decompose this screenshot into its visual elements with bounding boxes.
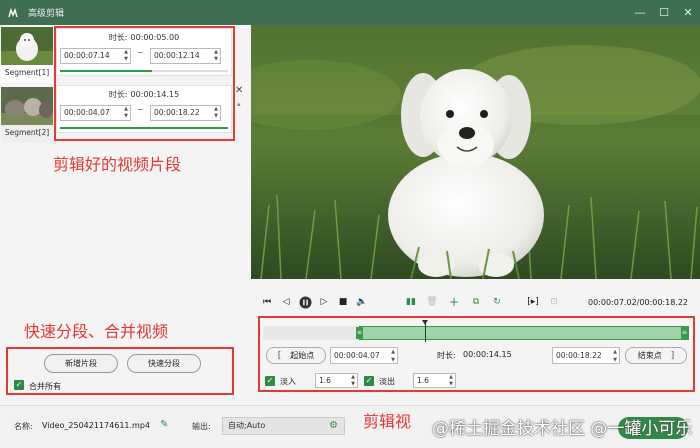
fade-controls: ✓ 淡入 1.6 ▲ ▼ ✓ 淡出 1.6 ▲ ▼ [263,373,689,389]
timeline-end-handle[interactable]: ≡ [681,327,688,339]
spin-arrows-icon[interactable]: ▲ ▼ [351,374,355,388]
fade-in-label: 淡入 [280,377,296,386]
set-end-label: 结束点 [637,351,662,360]
spin-arrows-icon[interactable]: ▲ ▼ [449,374,453,388]
annotation-bottom-note: 剪辑视 [363,412,412,431]
timeline-selection[interactable] [358,326,689,340]
trim-duration-label: 时长: [437,351,456,360]
volume-icon[interactable]: 🔈 [355,295,369,309]
step-back-icon[interactable]: ◁ [279,295,293,309]
trim-start-input[interactable]: 00:00:04.07 ▲ ▼ [330,347,398,364]
merge-all-label: 合并所有 [29,382,61,391]
title-bar: 高级剪辑 — ☐ ✕ [0,0,700,25]
set-end-button[interactable]: 结束点 ] [625,347,687,364]
playhead-marker-icon [421,320,428,325]
maximize-button[interactable]: ☐ [652,0,676,25]
merge-all-checkbox[interactable]: ✓ [14,380,24,390]
segment-label: Segment[1] [4,68,50,77]
bracket-open-icon: [ [277,350,282,361]
go-to-start-icon[interactable]: ⏮ [260,295,274,309]
trim-start-value: 00:00:04.07 [334,351,380,360]
segment-thumbnail-image [1,27,53,65]
segment-thumbnail[interactable]: Segment[2] [1,87,53,143]
trim-end-input[interactable]: 00:00:18.22 ▲ ▼ [552,347,620,364]
annotation-split-merge: 快速分段、合并视频 [24,322,169,341]
file-name: Video_250421174611.mp4 [42,421,150,430]
fade-in-value: 1.6 [319,376,331,385]
segment-thumbnail[interactable]: Segment[1] [1,27,53,83]
settings-gear-icon[interactable]: ⚙ [329,418,338,434]
quick-split-button[interactable]: 快速分段 [127,354,201,373]
annotation-box-clips [54,26,235,141]
copy-icon[interactable]: ⧉ [469,295,483,309]
stop-icon[interactable]: ■ [336,295,350,309]
close-button[interactable]: ✕ [676,0,700,25]
trim-controls: [ 起始点 00:00:04.07 ▲ ▼ 时长: 00:00:14.15 00:… [263,347,689,365]
reset-icon[interactable]: ↻ [490,295,504,309]
trim-duration-value: 00:00:14.15 [463,350,512,359]
add-icon[interactable]: + [447,295,461,309]
segment-actions: 新增片段 快速分段 ✓ 合并所有 [7,352,234,392]
step-forward-icon[interactable]: ▷ [317,295,331,309]
segment-label: Segment[2] [4,128,50,137]
fade-in-checkbox[interactable]: ✓ [265,376,275,386]
fade-out-input[interactable]: 1.6 ▲ ▼ [413,373,456,388]
segment-thumbnail-image [1,87,53,125]
mark-in-icon[interactable]: [▸] [526,295,540,309]
output-label: 输出: [192,422,211,431]
edit-name-icon[interactable]: ✎ [160,419,168,430]
player-controls: ⏮ ◁ ▷ ■ 🔈 ▮▮ 🗑 + ⧉ ↻ [▸] ⊡ 00:00:07.02/0… [251,292,700,314]
segment-panel: Segment[1] Segment[2] 时长: 00:00:05.00 00:… [0,25,250,405]
add-segment-button[interactable]: 新增片段 [44,354,118,373]
set-start-label: 起始点 [290,351,315,360]
segment-thumbnail-list: Segment[1] Segment[2] [0,25,54,143]
pause-button[interactable] [298,295,312,309]
minimize-button[interactable]: — [628,0,652,25]
app-logo-icon [6,6,20,20]
spin-arrows-icon[interactable]: ▲ ▼ [613,348,617,364]
name-label: 名称: [14,422,33,431]
annotation-clips: 剪辑好的视频片段 [53,155,182,174]
timeline[interactable]: ≡ ≡ [263,320,689,344]
bracket-close-icon: ] [670,350,675,361]
fade-out-value: 1.6 [417,376,429,385]
bottom-bar: 名称: Video_250421174611.mp4 ✎ 输出: 自动;Auto… [0,405,700,448]
delete-icon[interactable]: 🗑 [425,295,439,309]
output-value: 自动;Auto [228,421,266,430]
scroll-arrow-icon[interactable]: ▴ [237,100,241,108]
preview-frame-image [251,25,700,279]
remove-segment-icon[interactable]: ✕ [235,85,243,96]
snapshot-icon[interactable]: ⊡ [547,295,561,309]
fade-out-checkbox[interactable]: ✓ [364,376,374,386]
video-preview[interactable] [251,25,700,279]
player-time-readout: 00:00:07.02/00:00:18.22 [588,298,688,307]
split-icon[interactable]: ▮▮ [404,295,418,309]
set-start-button[interactable]: [ 起始点 [266,347,326,364]
spin-arrows-icon[interactable]: ▲ ▼ [391,348,395,364]
watermark-text: @稀土掘金技术社区 @一罐小可乐 [432,419,693,439]
output-select[interactable]: 自动;Auto ⚙ [222,417,345,435]
timeline-playhead[interactable] [421,320,428,342]
window-title: 高级剪辑 [28,9,65,19]
fade-out-label: 淡出 [379,377,395,386]
timeline-start-handle[interactable]: ≡ [355,327,363,339]
fade-in-input[interactable]: 1.6 ▲ ▼ [315,373,358,388]
trim-end-value: 00:00:18.22 [556,351,602,360]
